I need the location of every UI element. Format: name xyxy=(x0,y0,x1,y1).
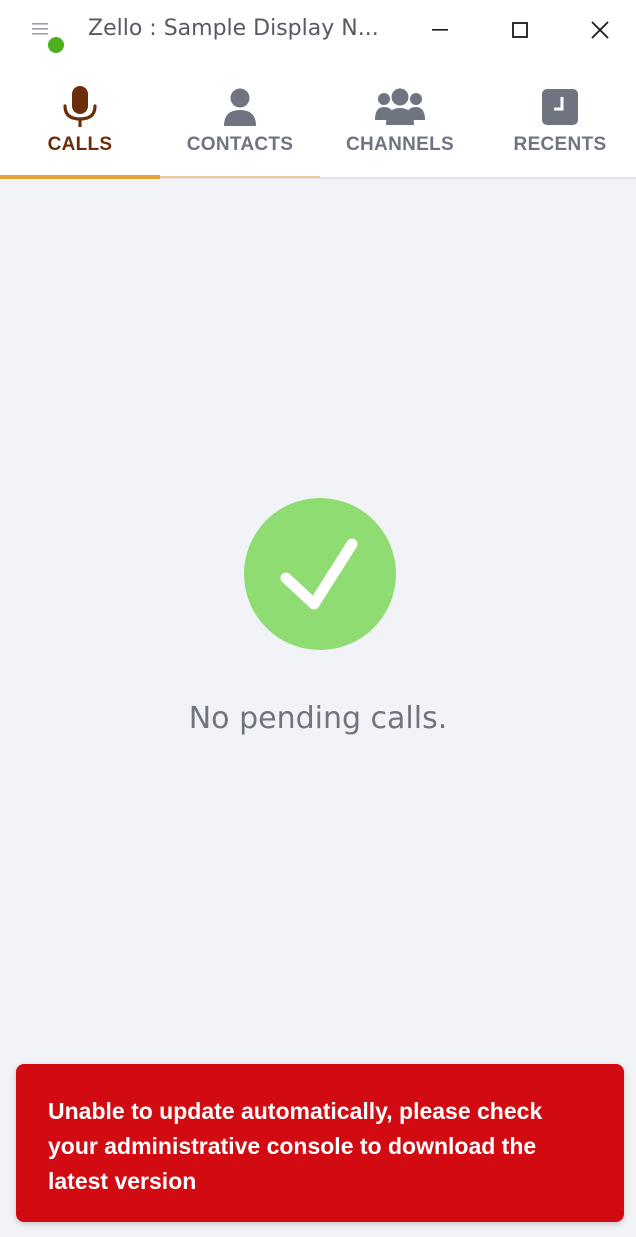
tab-recents[interactable]: RECENTS xyxy=(480,62,636,179)
empty-state-message: No pending calls. xyxy=(188,701,448,736)
tab-label: CALLS xyxy=(47,134,113,155)
group-icon xyxy=(375,88,425,125)
maximize-icon xyxy=(512,22,528,38)
hamburger-icon xyxy=(32,23,48,35)
checkmark-circle-icon xyxy=(280,538,358,610)
tab-label: CHANNELS xyxy=(346,134,454,155)
menu-button[interactable] xyxy=(28,16,68,56)
tab-bar: CALLS CONTACTS CHANNELS RECENTS xyxy=(0,62,636,179)
close-button[interactable] xyxy=(578,10,622,50)
minimize-button[interactable] xyxy=(418,10,462,50)
tab-calls[interactable]: CALLS xyxy=(0,62,160,179)
title-bar: Zello : Sample Display N... xyxy=(0,0,636,62)
microphone-icon xyxy=(63,86,97,127)
error-toast[interactable]: Unable to update automatically, please c… xyxy=(16,1064,624,1222)
close-icon xyxy=(591,21,609,39)
online-status-dot xyxy=(48,37,64,53)
tab-label: RECENTS xyxy=(513,134,607,155)
tab-label: CONTACTS xyxy=(186,134,294,155)
person-icon xyxy=(224,88,256,126)
tab-indicator-trail xyxy=(160,176,320,178)
tab-channels[interactable]: CHANNELS xyxy=(320,62,480,179)
window-title: Zello : Sample Display N... xyxy=(88,16,379,41)
clock-icon xyxy=(542,89,578,125)
tab-contacts[interactable]: CONTACTS xyxy=(160,62,320,179)
status-circle xyxy=(244,498,396,650)
maximize-button[interactable] xyxy=(498,10,542,50)
toast-message: Unable to update automatically, please c… xyxy=(48,1098,543,1194)
minimize-icon xyxy=(432,29,448,31)
